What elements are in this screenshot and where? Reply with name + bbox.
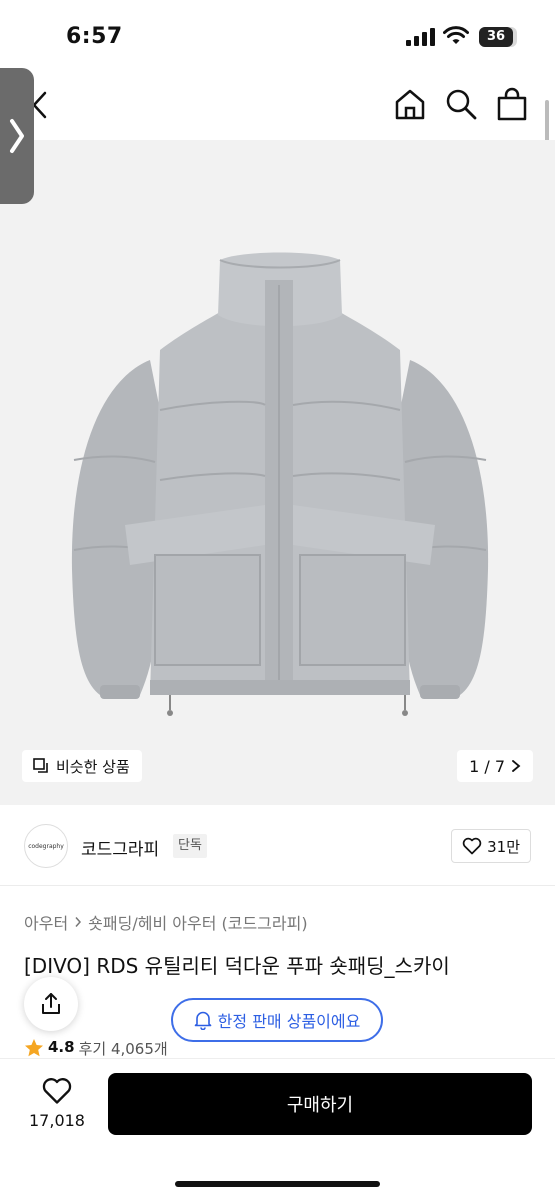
rating-row[interactable]: 4.8 후기 4,065개 bbox=[24, 1038, 168, 1060]
brand-row: codegraphy 코드그라피 단독 31만 bbox=[0, 820, 555, 886]
wifi-icon bbox=[443, 26, 469, 44]
brand-name[interactable]: 코드그라피 bbox=[81, 835, 159, 860]
review-count: 후기 4,065개 bbox=[78, 1040, 168, 1058]
share-button[interactable] bbox=[24, 977, 78, 1031]
brand-like-button[interactable]: 31만 bbox=[451, 829, 531, 863]
chevron-right-icon bbox=[10, 119, 24, 153]
rating-score: 4.8 bbox=[48, 1038, 75, 1056]
heart-icon bbox=[462, 837, 482, 855]
product-image bbox=[71, 252, 489, 716]
star-icon bbox=[25, 1039, 43, 1057]
battery-icon: 36 bbox=[479, 27, 517, 47]
buy-button[interactable]: 구매하기 bbox=[108, 1073, 532, 1135]
cellular-signal-icon bbox=[406, 28, 435, 46]
heart-icon[interactable] bbox=[42, 1077, 72, 1105]
image-page-indicator[interactable]: 1 / 7 bbox=[457, 750, 533, 782]
chevron-right-icon bbox=[512, 760, 521, 772]
bell-icon bbox=[194, 1011, 211, 1030]
limited-sale-banner: 한정 판매 상품이에요 bbox=[171, 998, 383, 1042]
search-icon[interactable] bbox=[444, 87, 478, 121]
copy-icon bbox=[33, 758, 48, 773]
product-title: [DIVO] RDS 유틸리티 덕다운 푸파 숏패딩_스카이 bbox=[24, 954, 450, 978]
status-bar: 6:57 36 bbox=[0, 0, 555, 70]
share-icon bbox=[42, 993, 60, 1014]
breadcrumb-item[interactable]: 숏패딩/헤비 아우터 (코드그라피) bbox=[88, 910, 307, 934]
brand-logo[interactable]: codegraphy bbox=[24, 824, 68, 868]
exclusive-badge: 단독 bbox=[173, 834, 207, 858]
breadcrumb: 아우터 숏패딩/헤비 아우터 (코드그라피) bbox=[24, 910, 308, 934]
home-icon[interactable] bbox=[393, 87, 427, 121]
bottom-action-bar: 17,018 구매하기 bbox=[0, 1058, 555, 1200]
similar-products-button[interactable]: 비슷한 상품 bbox=[22, 750, 142, 782]
similar-products-label: 비슷한 상품 bbox=[56, 757, 130, 776]
product-image-carousel[interactable]: 비슷한 상품 1 / 7 bbox=[0, 140, 555, 805]
breadcrumb-item[interactable]: 아우터 bbox=[24, 910, 68, 934]
page-indicator-text: 1 / 7 bbox=[469, 756, 505, 776]
side-panel-toggle[interactable] bbox=[0, 68, 34, 204]
brand-like-count: 31만 bbox=[487, 837, 520, 856]
home-indicator bbox=[175, 1181, 380, 1187]
chevron-right-icon bbox=[75, 917, 82, 927]
nav-bar bbox=[0, 70, 555, 140]
shopping-bag-icon[interactable] bbox=[496, 87, 528, 121]
status-time: 6:57 bbox=[66, 24, 123, 49]
wish-count: 17,018 bbox=[29, 1111, 85, 1130]
limited-sale-text: 한정 판매 상품이에요 bbox=[217, 1012, 361, 1031]
battery-level: 36 bbox=[479, 27, 513, 47]
